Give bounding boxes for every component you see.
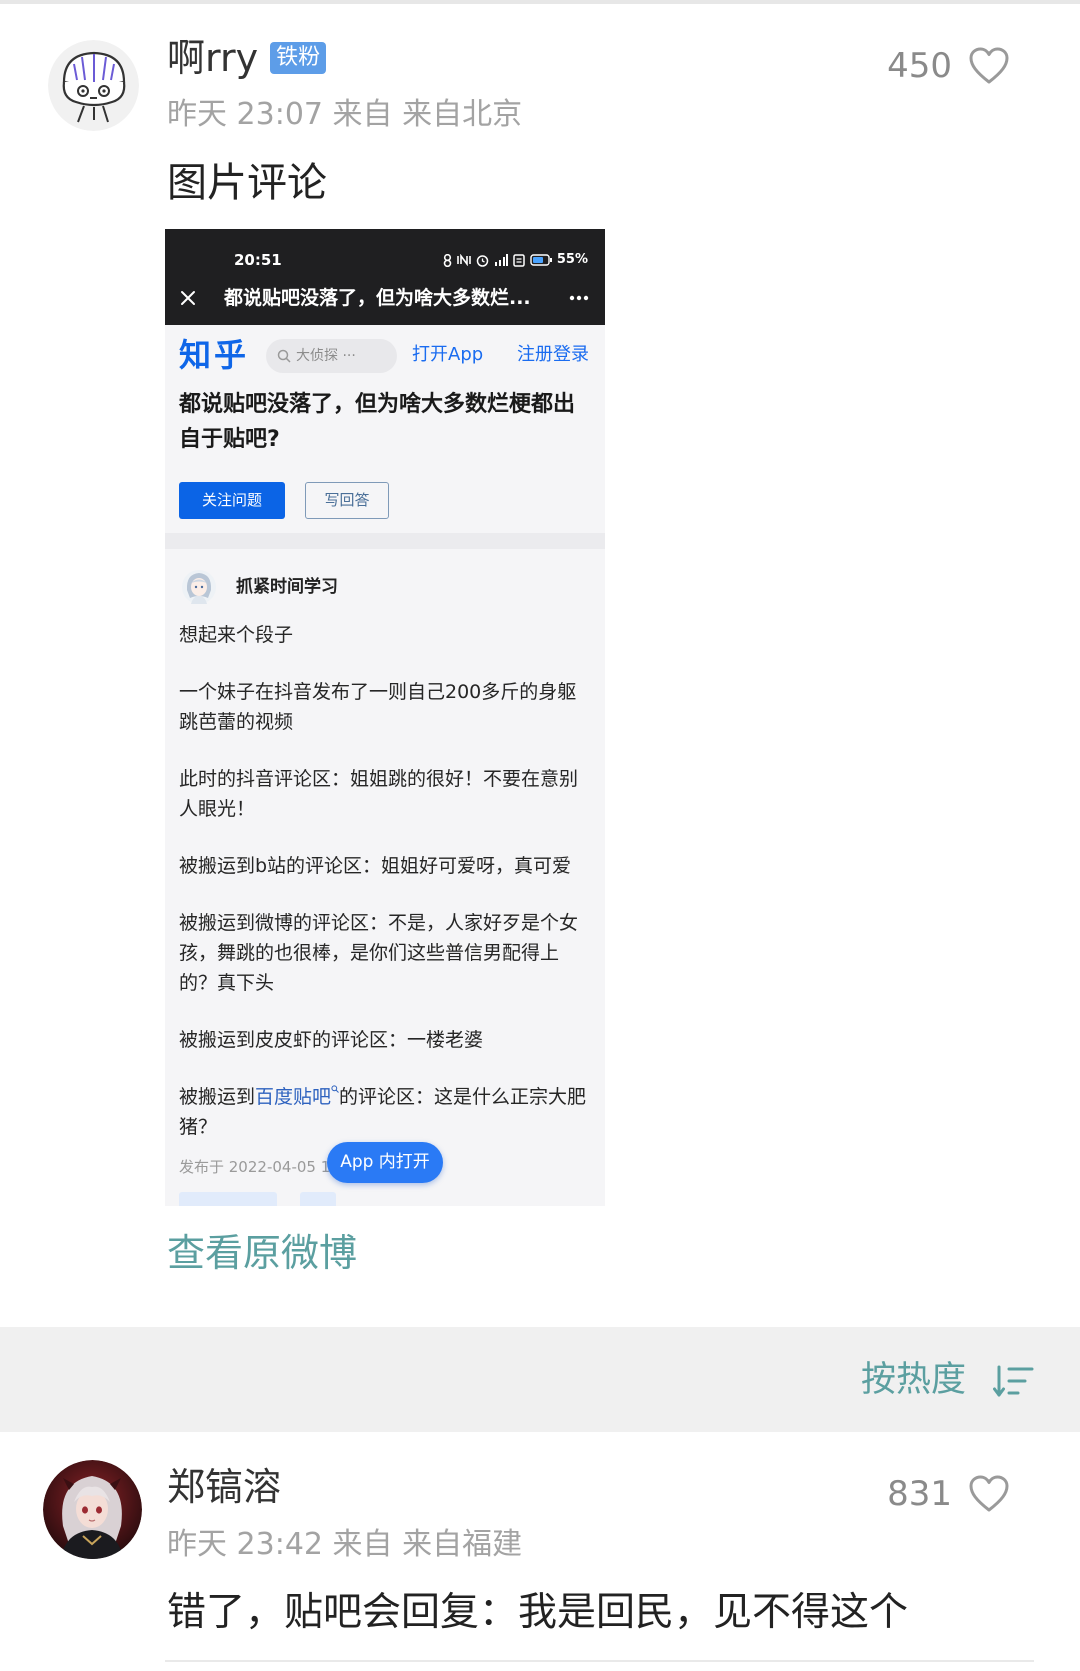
- search-icon: [277, 349, 291, 363]
- image-open-in-app-button: App 内打开: [327, 1142, 443, 1183]
- image-top-bar: [165, 229, 605, 325]
- sort-icon[interactable]: [993, 1364, 1034, 1398]
- image-open-app-link: 打开App: [412, 344, 484, 365]
- image-question-title: 都说贴吧没落了，但为啥大多数烂梗都出 自于贴吧?: [179, 387, 575, 457]
- username-row: 啊rry 铁粉: [167, 35, 327, 81]
- answer-author-avatar: [181, 568, 217, 606]
- answer-paragraph: 一个妹子在抖音发布了一则自己200多斤的身躯 跳芭蕾的视频: [179, 677, 599, 737]
- answer-paragraph: 此时的抖音评论区：姐姐跳的很好！不要在意别 人眼光！: [179, 764, 599, 824]
- image-battery-level: 55%: [556, 252, 588, 267]
- message-icon: [513, 253, 525, 267]
- view-original-weibo-link[interactable]: 查看原微博: [167, 1230, 357, 1276]
- reply-user-avatar[interactable]: [43, 1460, 142, 1559]
- image-search-box: 大侦探 ···: [266, 339, 397, 373]
- answer-text: 的评论区：这是什么正宗大肥: [339, 1086, 587, 1108]
- image-write-answer-button: 写回答: [305, 482, 389, 519]
- answer-line: 猪？: [179, 1116, 218, 1138]
- answer-paragraph: 被搬运到微博的评论区：不是，人家好歹是个女 孩，舞跳的也很棒，是你们这些普信男配…: [179, 908, 599, 998]
- battery-icon: [530, 254, 552, 266]
- answer-line: 此时的抖音评论区：姐姐跳的很好！不要在意别: [179, 768, 579, 790]
- comment-image[interactable]: 20:51 55% 都说贴吧没落了，但为啥大多数烂... 知乎 大侦探 ··· …: [165, 229, 605, 1206]
- nfc-icon: [457, 254, 471, 266]
- user-avatar[interactable]: [48, 40, 139, 131]
- answer-paragraph: 被搬运到b站的评论区：姐姐好可爱呀，真可爱: [179, 851, 599, 881]
- top-divider: [0, 0, 1080, 4]
- fan-badge: 铁粉: [270, 42, 327, 74]
- question-title-line: 都说贴吧没落了，但为啥大多数烂梗都出: [179, 392, 576, 417]
- doodle-avatar-icon: [48, 40, 139, 131]
- answer-author-name: 抓紧时间学习: [236, 577, 338, 597]
- like-count[interactable]: 450: [872, 46, 952, 86]
- answer-line: 被搬运到皮皮虾的评论区：一楼老婆: [179, 1029, 484, 1051]
- anime-avatar-icon: [43, 1460, 142, 1559]
- image-downvote-button: [300, 1192, 336, 1206]
- answer-body: 想起来个段子 一个妹子在抖音发布了一则自己200多斤的身躯 跳芭蕾的视频 此时的…: [179, 620, 599, 1169]
- answer-line: 想起来个段子: [179, 624, 294, 646]
- zhihu-logo: 知乎: [179, 336, 250, 374]
- answer-line: 一个妹子在抖音发布了一则自己200多斤的身躯: [179, 681, 577, 703]
- answer-paragraph: 被搬运到皮皮虾的评论区：一楼老婆: [179, 1025, 599, 1055]
- answer-line: 被搬运到b站的评论区：姐姐好可爱呀，真可爱: [179, 855, 572, 877]
- image-section-divider: [165, 533, 605, 549]
- image-status-icons: 55%: [443, 251, 588, 269]
- reply-username[interactable]: 郑镐溶: [167, 1464, 281, 1510]
- reply-meta: 昨天 23:42 来自 来自福建: [167, 1527, 523, 1562]
- answer-line: 孩，舞跳的也很棒，是你们这些普信男配得上: [179, 942, 560, 964]
- image-follow-button: 关注问题: [179, 482, 285, 519]
- more-icon: [568, 289, 590, 307]
- answer-line: 被搬运到百度贴吧 的评论区：这是什么正宗大肥: [179, 1082, 599, 1112]
- reply-like-count[interactable]: 831: [872, 1474, 952, 1514]
- image-vote-button: [179, 1192, 277, 1206]
- answer-text: 被搬运到: [179, 1086, 256, 1108]
- answer-line: 的？真下头: [179, 972, 275, 994]
- image-search-placeholder: 大侦探 ···: [296, 348, 356, 364]
- reply-text: 错了，贴吧会回复：我是回民，见不得这个: [167, 1590, 909, 1635]
- question-title-line: 自于贴吧?: [179, 427, 280, 452]
- heart-icon[interactable]: [968, 1474, 1010, 1514]
- image-login-link: 注册登录: [517, 344, 589, 365]
- alarm-icon: [476, 254, 489, 267]
- vibrate-icon: [443, 253, 452, 267]
- answer-paragraph: 想起来个段子: [179, 620, 599, 650]
- comment-text: 图片评论: [167, 160, 327, 206]
- close-icon: [177, 287, 199, 309]
- image-status-time: 20:51: [234, 251, 282, 269]
- answer-line: 被搬运到微博的评论区：不是，人家好歹是个女: [179, 912, 579, 934]
- sort-by-hot-button[interactable]: 按热度: [861, 1359, 966, 1401]
- image-nav-title: 都说贴吧没落了，但为啥大多数烂...: [224, 287, 531, 309]
- comment-meta: 昨天 23:07 来自 来自北京: [167, 97, 523, 132]
- heart-icon[interactable]: [968, 46, 1010, 86]
- username[interactable]: 啊rry: [167, 35, 258, 81]
- answer-line: 跳芭蕾的视频: [179, 711, 294, 733]
- reply-divider: [165, 1660, 1034, 1662]
- answer-paragraph: 被搬运到百度贴吧 的评论区：这是什么正宗大肥 猪？: [179, 1082, 599, 1142]
- baidu-tieba-link: 百度贴吧: [255, 1086, 332, 1108]
- signal-icon: [494, 254, 508, 266]
- answer-line: 人眼光！: [179, 798, 256, 820]
- search-superscript-icon: [331, 1085, 339, 1093]
- answer-published-date: 发布于 2022-04-05 19: [179, 1158, 340, 1176]
